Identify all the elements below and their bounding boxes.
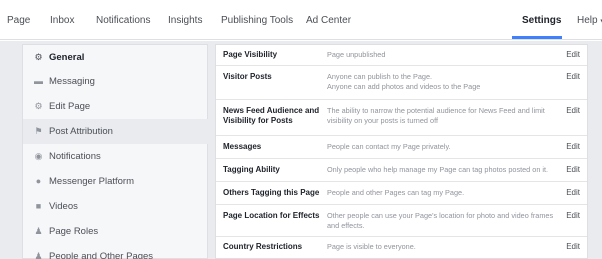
messaging-icon: ▬: [34, 76, 43, 86]
edit-link[interactable]: Edit: [566, 242, 580, 251]
setting-label: Tagging Ability: [223, 165, 280, 174]
sidebar-item-label: Notifications: [49, 151, 101, 162]
settings-row-tagging-ability[interactable]: Tagging Ability Only people who help man…: [216, 159, 587, 182]
settings-row-news-feed-audience[interactable]: News Feed Audience and Visibility for Po…: [216, 100, 587, 136]
setting-value: The ability to narrow the potential audi…: [327, 106, 545, 125]
page-top-nav: Page Inbox Notifications Insights Publis…: [0, 0, 602, 40]
people-icon: ♟: [34, 251, 43, 259]
setting-label: Others Tagging this Page: [223, 188, 320, 197]
setting-value: Anyone can publish to the Page.: [327, 72, 433, 81]
edit-link[interactable]: Edit: [566, 188, 580, 197]
settings-row-page-location-effects[interactable]: Page Location for Effects Other people c…: [216, 205, 587, 237]
setting-value: People and other Pages can tag my Page.: [327, 188, 465, 197]
settings-row-page-visibility[interactable]: Page Visibility Page unpublished Edit: [216, 45, 587, 66]
sidebar-item-label: Messenger Platform: [49, 176, 135, 187]
setting-value: Page unpublished: [327, 50, 386, 59]
sidebar-item-page-roles[interactable]: ♟ Page Roles: [23, 219, 209, 244]
nav-tab-settings[interactable]: Settings: [522, 15, 561, 26]
sidebar-item-label: Messaging: [49, 76, 95, 87]
edit-link[interactable]: Edit: [566, 211, 580, 220]
edit-link[interactable]: Edit: [566, 165, 580, 174]
video-camera-icon: ■: [35, 201, 42, 211]
edit-link[interactable]: Edit: [566, 106, 580, 115]
nav-tab-ad-center[interactable]: Ad Center: [306, 15, 351, 26]
sidebar-item-notifications[interactable]: ◉ Notifications: [23, 144, 209, 169]
sidebar-item-videos[interactable]: ■ Videos: [23, 194, 209, 219]
setting-value: Page is visible to everyone.: [327, 242, 416, 251]
nav-tab-notifications[interactable]: Notifications: [96, 15, 150, 26]
gear-icon: ⚙: [34, 52, 43, 62]
active-tab-indicator: [512, 36, 562, 39]
sidebar-item-label: Edit Page: [49, 101, 91, 112]
setting-label: Page Visibility: [223, 50, 278, 59]
setting-label: Page Location for Effects: [223, 211, 320, 220]
nav-tab-help[interactable]: Help ▾: [577, 15, 602, 26]
sidebar-item-label: Post Attribution: [49, 126, 113, 137]
sidebar-item-edit-page[interactable]: ⚙ Edit Page: [23, 94, 209, 119]
messenger-icon: ●: [35, 176, 42, 186]
sidebar-item-messaging[interactable]: ▬ Messaging: [23, 69, 209, 94]
settings-row-visitor-posts[interactable]: Visitor Posts Anyone can publish to the …: [216, 66, 587, 100]
globe-icon: ◉: [34, 151, 43, 161]
nav-tab-publishing-tools[interactable]: Publishing Tools: [221, 15, 293, 26]
sidebar-item-label: People and Other Pages: [49, 251, 154, 259]
edit-link[interactable]: Edit: [566, 72, 580, 81]
settings-row-messages[interactable]: Messages People can contact my Page priv…: [216, 136, 587, 159]
sidebar-item-post-attribution[interactable]: ⚑ Post Attribution: [23, 119, 209, 144]
nav-tab-inbox[interactable]: Inbox: [50, 15, 74, 26]
edit-link[interactable]: Edit: [566, 142, 580, 151]
nav-tab-page[interactable]: Page: [7, 15, 30, 26]
edit-link[interactable]: Edit: [566, 50, 580, 59]
setting-value: People can contact my Page privately.: [327, 142, 451, 151]
settings-row-country-restrictions[interactable]: Country Restrictions Page is visible to …: [216, 237, 587, 259]
setting-label: Messages: [223, 142, 262, 151]
sidebar-item-label: General: [49, 52, 85, 63]
sidebar-item-messenger-platform[interactable]: ● Messenger Platform: [23, 169, 209, 194]
settings-sidebar: ⚙ General ▬ Messaging ⚙ Edit Page ⚑ Post…: [22, 44, 209, 259]
setting-label: Visitor Posts: [223, 72, 272, 81]
help-label: Help: [577, 15, 598, 26]
setting-value: Only people who help manage my Page can …: [327, 165, 549, 174]
general-settings-table: Page Visibility Page unpublished Edit Vi…: [215, 44, 588, 259]
sidebar-item-label: Page Roles: [49, 226, 99, 237]
gear-icon: ⚙: [34, 101, 43, 111]
sidebar-item-general[interactable]: ⚙ General: [23, 45, 209, 70]
settings-row-others-tagging[interactable]: Others Tagging this Page People and othe…: [216, 182, 587, 205]
setting-label: Country Restrictions: [223, 242, 303, 251]
setting-value-secondary: Anyone can add photos and videos to the …: [327, 82, 481, 91]
setting-value: Other people can use your Page's locatio…: [327, 211, 554, 230]
setting-label: News Feed Audience and Visibility for Po…: [223, 106, 320, 125]
person-icon: ♟: [34, 226, 43, 236]
sidebar-item-label: Videos: [49, 201, 78, 212]
nav-tab-insights[interactable]: Insights: [168, 15, 202, 26]
sidebar-item-people-and-other-pages[interactable]: ♟ People and Other Pages: [23, 244, 209, 259]
flag-icon: ⚑: [34, 126, 43, 136]
